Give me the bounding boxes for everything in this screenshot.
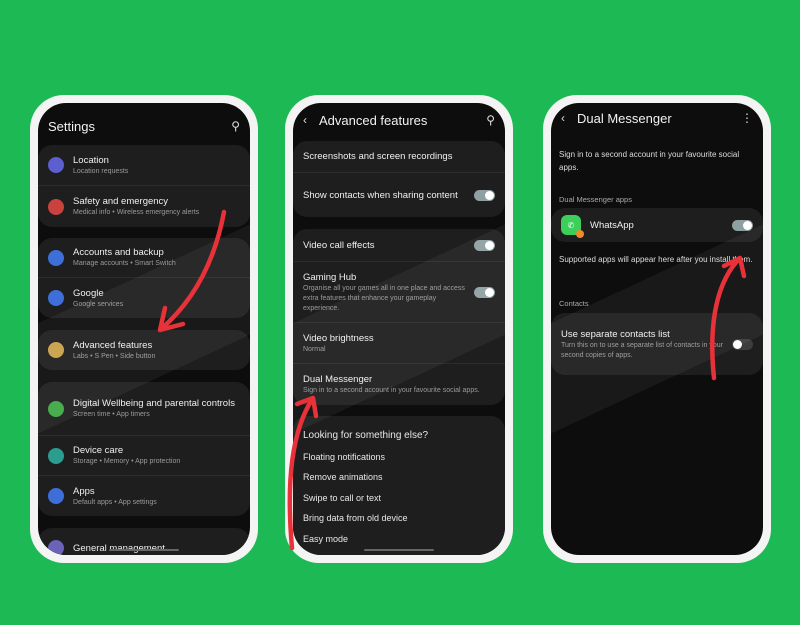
item-title: General management bbox=[73, 542, 165, 554]
item-title: Gaming Hub bbox=[303, 271, 357, 283]
location-pin-icon bbox=[48, 157, 64, 173]
suggestion-link[interactable]: Floating notifications bbox=[293, 447, 505, 468]
toggle-switch[interactable] bbox=[474, 189, 495, 201]
item-subtitle: Storage • Memory • App protection bbox=[73, 458, 181, 465]
phone-dual-messenger: ‹ Dual Messenger ⋮ Sign in to a second a… bbox=[543, 95, 771, 563]
settings-item[interactable]: Screenshots and screen recordings bbox=[293, 141, 505, 173]
settings-item[interactable]: Apps Default apps • App settings bbox=[38, 476, 250, 516]
item-subtitle: Location requests bbox=[73, 167, 129, 175]
settings-item[interactable]: Gaming Hub Organise all your games all in… bbox=[293, 262, 505, 323]
back-icon[interactable]: ‹ bbox=[561, 111, 565, 125]
contacts-label: Contacts bbox=[559, 299, 589, 308]
page-title: Dual Messenger bbox=[577, 110, 672, 126]
settings-item[interactable]: Video brightness Normal bbox=[293, 323, 505, 364]
search-icon[interactable]: ⚲ bbox=[231, 119, 240, 133]
suggestion-link[interactable]: Easy mode bbox=[293, 529, 505, 550]
item-subtitle: Screen time • App timers bbox=[73, 411, 150, 418]
item-title: Apps bbox=[73, 485, 95, 497]
page-title: Settings bbox=[48, 118, 95, 134]
settings-card: Digital Wellbeing and parental controls S… bbox=[38, 382, 250, 516]
item-title: Screenshots and screen recordings bbox=[303, 151, 453, 162]
item-title: Location bbox=[73, 154, 109, 166]
item-title: Accounts and backup bbox=[73, 247, 164, 258]
settings-item[interactable]: Digital Wellbeing and parental controls S… bbox=[38, 382, 250, 436]
looking-card: Looking for something else? Floating not… bbox=[293, 416, 505, 555]
item-subtitle: Medical info • Wireless emergency alerts bbox=[73, 209, 200, 216]
separate-contacts-row[interactable]: Use separate contacts list Turn this on t… bbox=[551, 313, 763, 375]
suggestion-link[interactable]: Swipe to call or text bbox=[293, 488, 505, 509]
whatsapp-card: ✆ WhatsApp bbox=[551, 208, 763, 242]
item-subtitle: Google services bbox=[73, 300, 124, 308]
row-title: Use separate contacts list bbox=[561, 328, 670, 340]
settings-item[interactable]: Video call effects bbox=[293, 229, 505, 262]
item-title: Google bbox=[73, 287, 104, 299]
wellbeing-icon bbox=[48, 400, 64, 417]
suggestion-link[interactable]: Bring data from old device bbox=[293, 508, 505, 529]
settings-item[interactable]: Safety and emergency Medical info • Wirel… bbox=[38, 186, 250, 227]
settings-item[interactable]: Dual Messenger Sign in to a second accoun… bbox=[293, 364, 505, 405]
settings-card: Location Location requests Safety and emer… bbox=[38, 145, 250, 227]
separate-contacts-toggle[interactable] bbox=[732, 338, 753, 350]
item-title: Dual Messenger bbox=[303, 374, 373, 385]
item-title: Safety and emergency bbox=[73, 196, 169, 207]
page-title: Advanced features bbox=[319, 112, 428, 128]
contacts-card: Use separate contacts list Turn this on t… bbox=[551, 313, 763, 375]
settings-item[interactable]: Device care Storage • Memory • App protec… bbox=[38, 436, 250, 476]
item-title: Digital Wellbeing and parental controls bbox=[73, 398, 235, 409]
toggle-switch[interactable] bbox=[474, 286, 495, 298]
settings-item[interactable]: Accounts and backup Manage accounts • Sma… bbox=[38, 238, 250, 278]
alert-icon bbox=[48, 198, 64, 215]
home-indicator bbox=[364, 549, 434, 551]
item-title: Video call effects bbox=[303, 239, 375, 251]
settings-item[interactable]: Show contacts when sharing content bbox=[293, 173, 505, 217]
sliders-icon bbox=[48, 540, 64, 555]
home-indicator bbox=[109, 549, 179, 551]
back-icon[interactable]: ‹ bbox=[303, 113, 307, 127]
dual-messenger-screen: ‹ Dual Messenger ⋮ Sign in to a second a… bbox=[551, 103, 763, 555]
app-name: WhatsApp bbox=[590, 219, 634, 231]
sync-icon bbox=[48, 249, 64, 266]
settings-screen: Settings ⚲ Location Location requests Safe… bbox=[38, 103, 250, 555]
settings-item[interactable]: Google Google services bbox=[38, 278, 250, 318]
item-subtitle: Sign in to a second account in your favo… bbox=[303, 387, 480, 394]
settings-item[interactable]: Advanced features Labs • S Pen • Side but… bbox=[38, 330, 250, 370]
phone-advanced-features: ‹ Advanced features ⚲ Screenshots and sc… bbox=[285, 95, 513, 563]
settings-card: Accounts and backup Manage accounts • Sma… bbox=[38, 238, 250, 318]
settings-card: Screenshots and screen recordings Show co… bbox=[293, 141, 505, 217]
phone-settings: Settings ⚲ Location Location requests Safe… bbox=[30, 95, 258, 563]
device-care-icon bbox=[48, 447, 64, 464]
item-subtitle: Default apps • App settings bbox=[73, 498, 157, 506]
toggle-switch[interactable] bbox=[474, 239, 495, 251]
looking-heading: Looking for something else? bbox=[303, 430, 429, 441]
item-title: Show contacts when sharing content bbox=[303, 189, 458, 201]
more-options-icon[interactable]: ⋮ bbox=[741, 111, 753, 125]
supported-text: Supported apps will appear here after yo… bbox=[559, 255, 753, 264]
row-subtitle: Turn this on to use a separate list of c… bbox=[561, 341, 723, 359]
settings-card: Advanced features Labs • S Pen • Side but… bbox=[38, 330, 250, 370]
suggestion-link[interactable]: Remove animations bbox=[293, 467, 505, 488]
item-subtitle: Normal bbox=[303, 345, 326, 353]
item-title: Device care bbox=[73, 445, 124, 456]
whatsapp-toggle[interactable] bbox=[732, 219, 753, 231]
item-title: Video brightness bbox=[303, 332, 374, 344]
settings-item[interactable]: Location Location requests bbox=[38, 145, 250, 186]
apps-grid-icon bbox=[48, 488, 64, 504]
search-icon[interactable]: ⚲ bbox=[486, 113, 495, 127]
whatsapp-icon: ✆ bbox=[561, 215, 584, 238]
google-icon bbox=[48, 290, 64, 306]
item-subtitle: Labs • S Pen • Side button bbox=[73, 352, 156, 360]
advanced-screen: ‹ Advanced features ⚲ Screenshots and sc… bbox=[293, 103, 505, 555]
whatsapp-row[interactable]: ✆ WhatsApp bbox=[551, 208, 763, 242]
apps-label: Dual Messenger apps bbox=[559, 195, 632, 204]
item-subtitle: Manage accounts • Smart Switch bbox=[73, 260, 176, 267]
intro-text: Sign in to a second account in your favo… bbox=[559, 150, 740, 172]
settings-card: Video call effects Gaming Hub Organise all… bbox=[293, 229, 505, 405]
item-subtitle: Organise all your games all in one place… bbox=[303, 284, 465, 312]
gear-icon bbox=[48, 342, 64, 358]
item-title: Advanced features bbox=[73, 339, 153, 351]
